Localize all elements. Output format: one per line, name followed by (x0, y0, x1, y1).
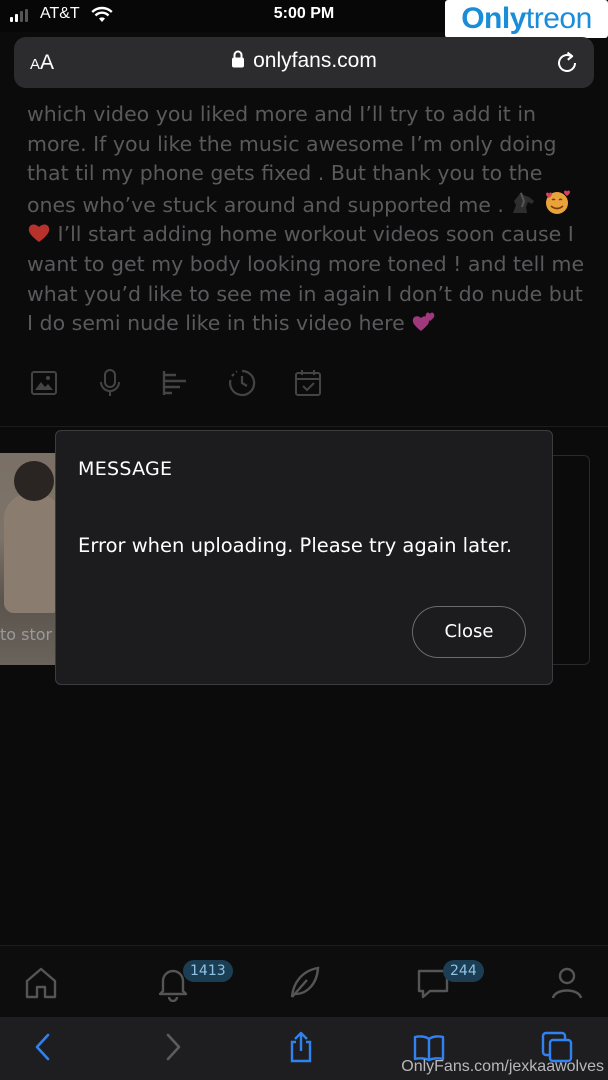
share-icon[interactable] (285, 1031, 317, 1063)
messages-badge: 244 (443, 960, 484, 982)
app-bottom-nav: 1413 244 (0, 945, 608, 1017)
forward-icon[interactable] (156, 1031, 188, 1063)
close-button[interactable]: Close (412, 606, 526, 658)
lock-icon (232, 50, 245, 68)
url-text[interactable]: onlyfans.com (253, 49, 377, 72)
story-label: to stor (0, 625, 53, 644)
watermark-logo: Onlytreon (445, 0, 608, 38)
post-text-part-2: I’ll start adding home workout videos so… (27, 222, 585, 336)
back-icon[interactable] (28, 1031, 60, 1063)
post-text-part-1: which video you liked more and I’ll try … (27, 102, 557, 217)
horse-emoji (513, 191, 535, 213)
dialog-message: Error when uploading. Please try again l… (78, 534, 513, 557)
red-heart-emoji (28, 224, 50, 243)
address-bar[interactable]: AA onlyfans.com (14, 37, 594, 88)
microphone-icon[interactable] (94, 367, 126, 399)
smiling-face-with-hearts-emoji (546, 190, 570, 214)
calendar-check-icon[interactable] (292, 367, 324, 399)
two-hearts-emoji (413, 312, 435, 332)
home-icon[interactable] (22, 964, 60, 1002)
new-post-icon[interactable] (285, 964, 323, 1002)
safari-toolbar: OnlyFans.com/jexkaawolves (0, 1017, 608, 1080)
profile-icon[interactable] (548, 964, 586, 1002)
post-text: which video you liked more and I’ll try … (27, 100, 587, 339)
notifications-badge: 1413 (183, 960, 233, 982)
source-url-watermark: OnlyFans.com/jexkaawolves (401, 1058, 604, 1075)
timer-icon[interactable] (226, 367, 258, 399)
image-icon[interactable] (28, 367, 60, 399)
poll-icon[interactable] (160, 367, 192, 399)
divider (0, 426, 608, 427)
error-dialog: MESSAGE Error when uploading. Please try… (55, 430, 553, 685)
reload-icon[interactable] (554, 50, 580, 76)
dialog-title: MESSAGE (78, 458, 173, 480)
